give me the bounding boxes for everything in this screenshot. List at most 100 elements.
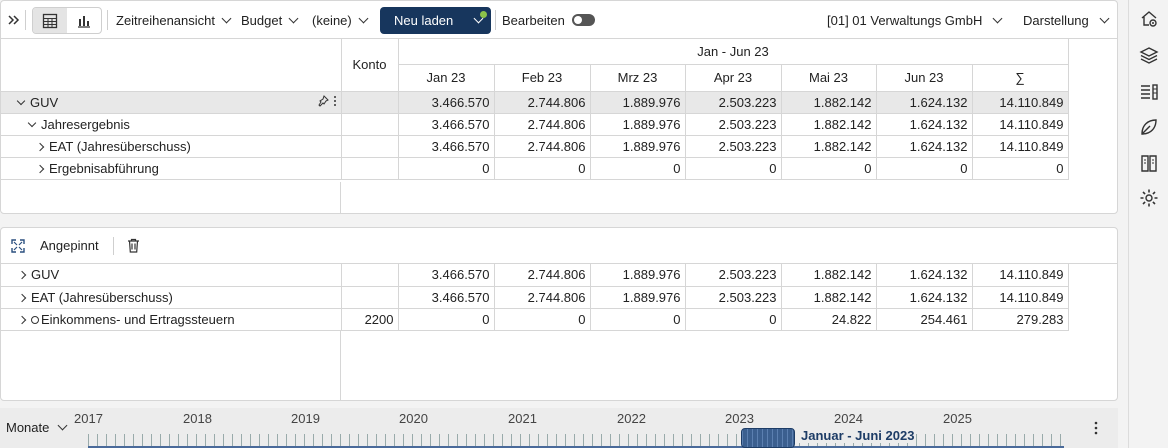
- value-cell: 24.822: [781, 308, 877, 331]
- konto-cell: 2200: [341, 308, 399, 331]
- scenario-label: Budget: [241, 12, 283, 28]
- column-header: Mrz 23: [590, 64, 686, 92]
- toolbar-divider: [495, 10, 496, 30]
- chevron-right-icon[interactable]: [17, 293, 27, 302]
- value-cell: 1.889.976: [590, 135, 686, 158]
- row-label-cell: Einkommens- und Ertragssteuern: [1, 308, 342, 331]
- display-dropdown[interactable]: Darstellung: [1023, 1, 1110, 39]
- chevron-right-icon[interactable]: [17, 315, 27, 324]
- sum-cell: 279.283: [972, 308, 1069, 331]
- value-cell: 2.744.806: [494, 113, 591, 136]
- sidebar-sustainability-button[interactable]: [1139, 117, 1159, 137]
- view-toggle: [32, 7, 102, 34]
- main-panel: Zeitreihenansicht Budget (keine) Neu lad…: [0, 0, 1118, 214]
- pinned-table: GUV 3.466.570 2.744.806 1.889.976 2.503.…: [1, 264, 1069, 331]
- year-label: 2022: [617, 411, 646, 426]
- toolbar-divider: [107, 10, 108, 30]
- year-label: 2017: [74, 411, 103, 426]
- table-row[interactable]: EAT (Jahresüberschuss) 3.466.570 2.744.8…: [1, 286, 1069, 309]
- edit-toggle[interactable]: Bearbeiten: [502, 1, 595, 39]
- table-row[interactable]: Jahresergebnis 3.466.570 2.744.806 1.889…: [1, 113, 1069, 136]
- value-cell: 1.624.132: [876, 264, 973, 287]
- book-icon: [1141, 155, 1157, 172]
- value-cell: 1.624.132: [876, 113, 973, 136]
- more-vertical-icon: [1094, 421, 1098, 435]
- column-divider: [340, 182, 341, 213]
- filter-dropdown[interactable]: (keine): [312, 1, 369, 39]
- table-row[interactable]: Einkommens- und Ertragssteuern 2200 0 0 …: [1, 308, 1069, 331]
- delete-button[interactable]: [127, 238, 140, 253]
- scenario-dropdown[interactable]: Budget: [241, 1, 299, 39]
- chevron-down-icon[interactable]: [27, 118, 37, 127]
- reload-button[interactable]: Neu laden: [380, 7, 491, 34]
- label-column-header: [1, 39, 342, 92]
- filter-label: (keine): [312, 12, 352, 28]
- table-row[interactable]: GUV 3.466.570 2.744.806 1.889.976 2.503.…: [1, 91, 1069, 114]
- reload-label: Neu laden: [394, 13, 454, 28]
- table-row[interactable]: EAT (Jahresüberschuss) 3.466.570 2.744.8…: [1, 135, 1069, 158]
- konto-cell: [341, 113, 399, 136]
- granularity-label: Monate: [6, 420, 50, 435]
- sidebar-home-button[interactable]: [1139, 9, 1159, 29]
- year-label: 2025: [943, 411, 972, 426]
- value-cell: 2.503.223: [685, 91, 782, 114]
- sidebar-settings-button[interactable]: [1139, 188, 1159, 208]
- chevron-down-icon[interactable]: [16, 96, 26, 105]
- value-cell: 0: [590, 157, 686, 180]
- value-cell: 2.503.223: [685, 113, 782, 136]
- value-cell: 1.882.142: [781, 91, 877, 114]
- row-label: GUV: [31, 267, 60, 283]
- gear-icon: [1140, 189, 1158, 207]
- layers-icon: [1139, 47, 1159, 64]
- data-table: Konto Jan - Jun 23 Jan 23 Feb 23 Mrz 23 …: [1, 39, 1069, 180]
- edit-label: Bearbeiten: [502, 12, 565, 28]
- pinned-panel: Angepinnt GUV 3.466.570 2.744.806 1.889.…: [0, 227, 1118, 401]
- value-cell: 1.624.132: [876, 91, 973, 114]
- status-dot: [480, 11, 487, 18]
- value-cell: 2.744.806: [494, 135, 591, 158]
- timeline-menu-button[interactable]: [1094, 421, 1098, 435]
- timeline-selection-label: Januar - Juni 2023: [799, 428, 917, 443]
- timeline-ticks[interactable]: [88, 434, 1064, 446]
- timeline-selection-handle[interactable]: [741, 428, 795, 448]
- column-header: Apr 23: [685, 64, 782, 92]
- chevron-down-icon: [57, 420, 68, 431]
- year-label: 2023: [725, 411, 754, 426]
- view-mode-label: Zeitreihenansicht: [116, 12, 215, 28]
- sidebar-reports-button[interactable]: [1139, 82, 1159, 102]
- more-vertical-icon[interactable]: [333, 95, 337, 107]
- chevron-right-icon[interactable]: [35, 164, 45, 173]
- column-header: Feb 23: [494, 64, 591, 92]
- company-dropdown[interactable]: [01] 01 Verwaltungs GmbH: [827, 1, 1003, 39]
- row-label-cell: EAT (Jahresüberschuss): [1, 135, 342, 158]
- chevron-right-icon[interactable]: [35, 142, 45, 151]
- home-settings-icon: [1141, 11, 1157, 27]
- chart-view-button[interactable]: [67, 8, 101, 33]
- value-cell: 2.503.223: [685, 286, 782, 309]
- granularity-dropdown[interactable]: Monate: [6, 420, 68, 435]
- value-cell: 0: [590, 308, 686, 331]
- table-row[interactable]: Ergebnisabführung 0 0 0 0 0 0 0: [1, 157, 1069, 180]
- view-mode-dropdown[interactable]: Zeitreihenansicht: [116, 1, 232, 39]
- fullscreen-button[interactable]: [11, 238, 25, 253]
- column-header-sum: ∑: [972, 64, 1069, 92]
- table-view-button[interactable]: [33, 8, 67, 33]
- sidebar-layers-button[interactable]: [1139, 45, 1159, 65]
- pin-icon[interactable]: [317, 94, 329, 107]
- edit-switch[interactable]: [571, 14, 595, 26]
- right-sidebar: [1128, 0, 1168, 448]
- table-row[interactable]: GUV 3.466.570 2.744.806 1.889.976 2.503.…: [1, 264, 1069, 287]
- konto-cell: [341, 157, 399, 180]
- sidebar-book-button[interactable]: [1139, 153, 1159, 173]
- value-cell: 2.744.806: [494, 91, 591, 114]
- row-label: GUV: [30, 94, 59, 110]
- value-cell: 1.882.142: [781, 135, 877, 158]
- chevron-right-icon[interactable]: [17, 271, 27, 280]
- konto-cell: [341, 264, 399, 287]
- value-cell: 1.889.976: [590, 286, 686, 309]
- timeline: Monate 2017 2018 2019 2020 2021 2022 202…: [0, 408, 1118, 448]
- expand-panel-button[interactable]: [7, 1, 21, 39]
- konto-header: Konto: [341, 39, 399, 92]
- report-list-icon: [1141, 84, 1158, 100]
- row-label: EAT (Jahresüberschuss): [31, 289, 173, 305]
